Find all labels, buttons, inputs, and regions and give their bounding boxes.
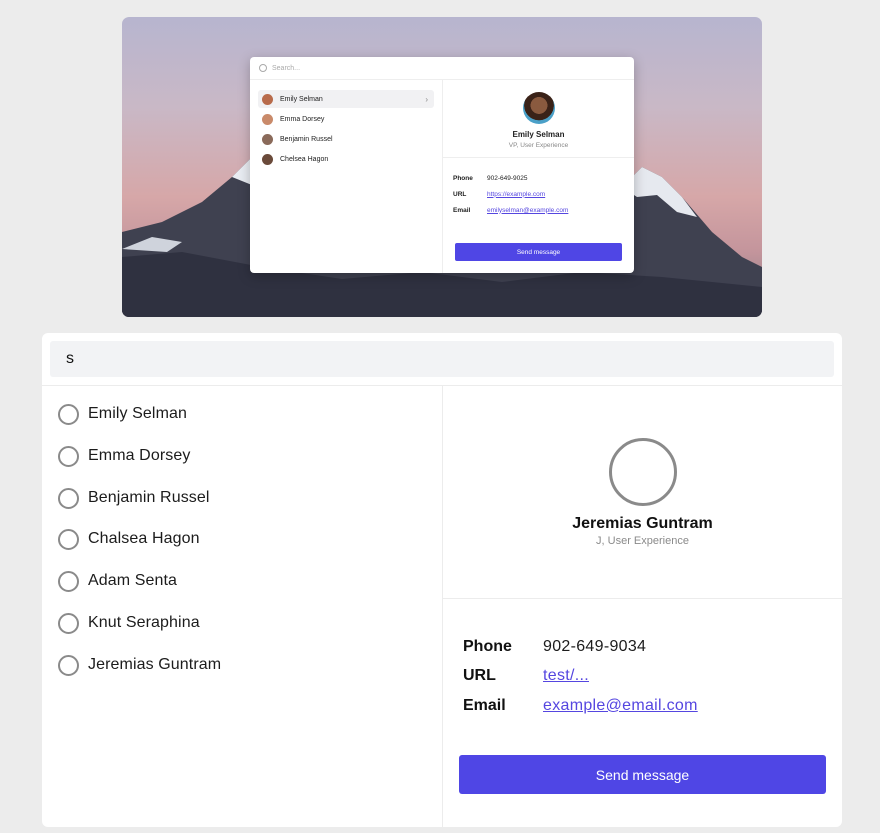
- url-label: URL: [463, 667, 496, 685]
- preview-list-item: Benjamin Russel: [258, 130, 434, 148]
- email-link[interactable]: example@email.com: [543, 697, 698, 715]
- avatar: [262, 133, 273, 145]
- avatar-placeholder: [58, 445, 79, 467]
- hero-preview-image: Search... Emily Selman › Emma Dorsey Ben…: [122, 17, 762, 317]
- profile-name: Jeremias Guntram: [572, 515, 713, 532]
- phone-value: 902-649-9034: [543, 637, 647, 655]
- preview-contact-list: Emily Selman › Emma Dorsey Benjamin Russ…: [250, 80, 442, 273]
- list-item[interactable]: Emily Selman: [58, 400, 187, 428]
- preview-contact-name: Benjamin Russel: [280, 135, 333, 143]
- list-item[interactable]: Adam Senta: [58, 567, 177, 595]
- contact-name: Benjamin Russel: [88, 489, 210, 506]
- contact-name: Jeremias Guntram: [88, 656, 222, 673]
- avatar-placeholder: [58, 612, 79, 634]
- avatar: [262, 153, 273, 165]
- preview-profile-role: VP, User Experience: [508, 142, 569, 149]
- preview-contact-name: Chelsea Hagon: [280, 155, 329, 163]
- preview-search-placeholder: Search...: [272, 64, 301, 72]
- contact-panel: Emily Selman Emma Dorsey Benjamin Russel…: [42, 333, 842, 827]
- preview-phone-label: Phone: [453, 174, 473, 182]
- preview-contact-name: Emily Selman: [280, 95, 323, 103]
- preview-profile-name: Emily Selman: [512, 130, 565, 139]
- list-item[interactable]: Emma Dorsey: [58, 442, 190, 470]
- contact-name: Emma Dorsey: [88, 447, 191, 464]
- preview-phone-value: 902-649-9025: [487, 174, 528, 182]
- avatar-placeholder: [58, 487, 79, 509]
- preview-send-button: Send message: [455, 243, 622, 261]
- contact-name: Knut Seraphina: [88, 614, 200, 631]
- preview-url-label: URL: [453, 190, 467, 198]
- search-icon: [259, 64, 267, 72]
- preview-search: Search...: [250, 57, 634, 80]
- avatar-placeholder: [58, 403, 79, 425]
- url-link[interactable]: test/...: [543, 667, 589, 685]
- avatar-placeholder: [609, 438, 677, 506]
- list-item[interactable]: Benjamin Russel: [58, 484, 210, 512]
- contact-details: Phone 902-649-9034 URL test/... Email ex…: [463, 632, 698, 721]
- preview-list-item: Chelsea Hagon: [258, 150, 434, 168]
- avatar: [522, 92, 555, 124]
- preview-email-value: emilyselman@example.com: [487, 206, 569, 214]
- contact-name: Emily Selman: [88, 405, 188, 422]
- preview-list-item: Emma Dorsey: [258, 110, 434, 128]
- preview-window: Search... Emily Selman › Emma Dorsey Ben…: [250, 57, 634, 273]
- list-item[interactable]: Jeremias Guntram: [58, 651, 221, 679]
- preview-email-label: Email: [453, 206, 471, 214]
- profile-role: J, User Experience: [596, 535, 689, 547]
- phone-label: Phone: [463, 637, 512, 655]
- list-item[interactable]: Chalsea Hagon: [58, 525, 200, 553]
- list-item[interactable]: Knut Seraphina: [58, 609, 200, 637]
- preview-list-item: Emily Selman ›: [258, 90, 434, 108]
- avatar: [262, 113, 273, 125]
- preview-url-value: https://example.com: [487, 190, 546, 198]
- contact-name: Adam Senta: [88, 572, 178, 589]
- contact-name: Chalsea Hagon: [88, 530, 200, 547]
- avatar-placeholder: [58, 570, 79, 592]
- avatar-placeholder: [58, 654, 79, 676]
- preview-profile: Emily Selman VP, User Experience Phone 90…: [442, 80, 634, 273]
- preview-contact-name: Emma Dorsey: [280, 115, 325, 123]
- chevron-right-icon: ›: [425, 94, 428, 104]
- profile-detail: Jeremias Guntram J, User Experience Phon…: [443, 386, 842, 827]
- search-input[interactable]: [50, 341, 834, 377]
- email-label: Email: [463, 696, 506, 714]
- send-message-button[interactable]: Send message: [459, 755, 826, 794]
- contact-list: Emily Selman Emma Dorsey Benjamin Russel…: [42, 386, 442, 827]
- divider: [443, 598, 842, 599]
- avatar: [262, 93, 273, 105]
- avatar-placeholder: [58, 528, 79, 550]
